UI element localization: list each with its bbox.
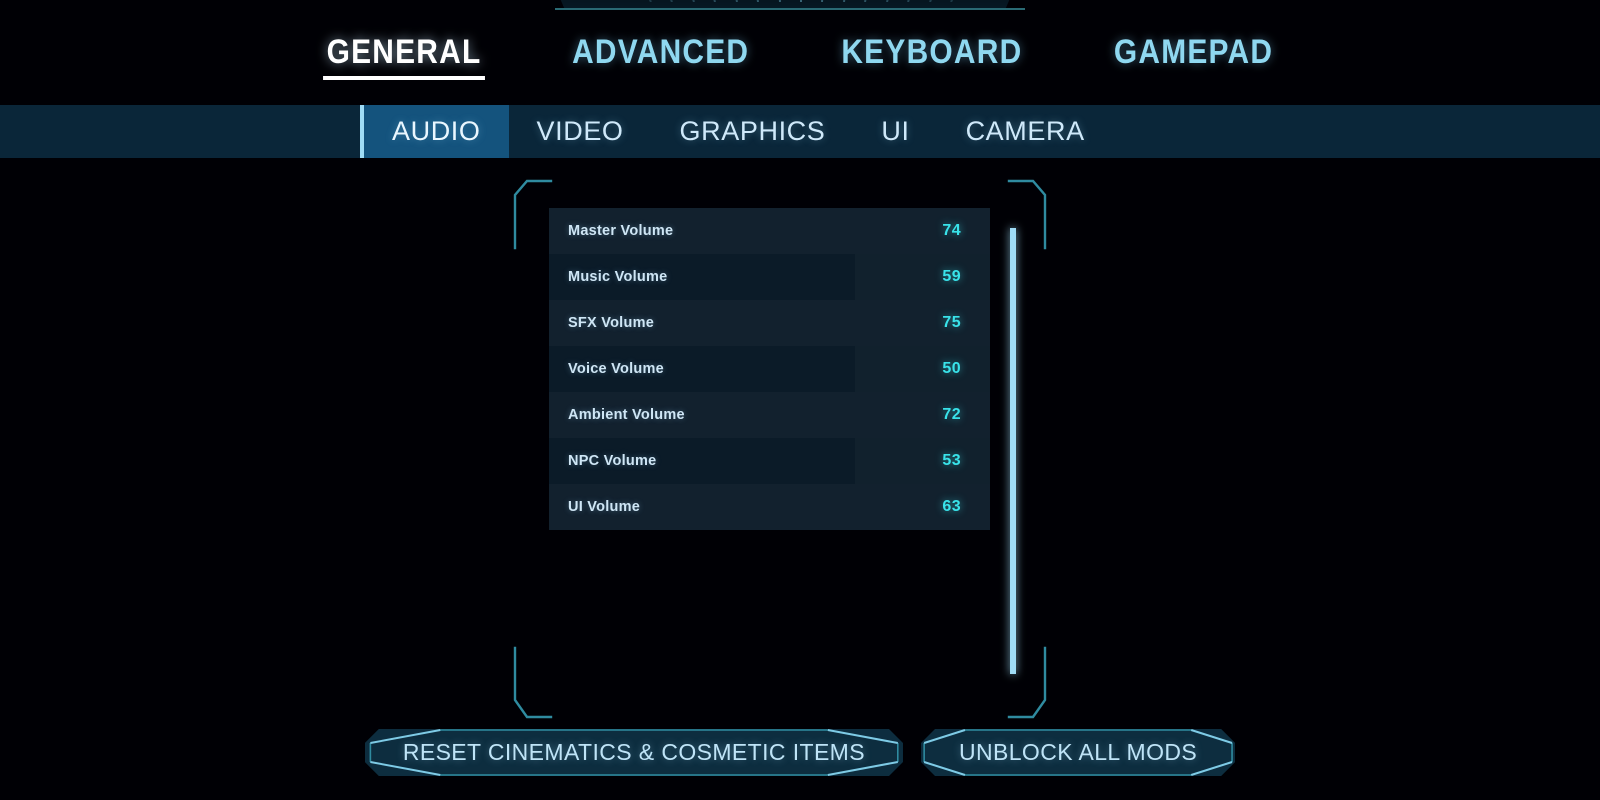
- footer-button-label: UNBLOCK ALL MODS: [958, 739, 1198, 765]
- footer-button-row: RESET CINEMATICS & COSMETIC ITEMS UNBLOCK…: [0, 729, 1600, 776]
- slider-fill: [855, 346, 990, 392]
- setting-value[interactable]: 72: [942, 406, 961, 424]
- sub-nav-spacer: [0, 105, 360, 158]
- setting-row[interactable]: Voice Volume 50: [549, 346, 990, 392]
- sub-nav-item-audio[interactable]: AUDIO: [360, 105, 509, 158]
- primary-nav-item-advanced[interactable]: ADVANCED: [567, 33, 755, 84]
- scrollbar-thumb[interactable]: [1010, 228, 1016, 674]
- sub-nav-item-video[interactable]: VIDEO: [509, 105, 652, 158]
- setting-row[interactable]: NPC Volume 53: [549, 438, 990, 484]
- setting-label: Voice Volume: [568, 361, 664, 377]
- panel-bracket-top-left: [494, 178, 554, 250]
- setting-label: Music Volume: [568, 269, 668, 285]
- setting-value[interactable]: 50: [942, 360, 961, 378]
- setting-row[interactable]: Master Volume 74: [549, 208, 990, 254]
- setting-label: NPC Volume: [568, 453, 657, 469]
- setting-value[interactable]: 75: [942, 314, 961, 332]
- panel-bracket-bottom-left: [494, 646, 554, 720]
- primary-nav-item-keyboard[interactable]: KEYBOARD: [836, 33, 1028, 84]
- scrollbar-track[interactable]: [1008, 228, 1016, 674]
- sub-nav-item-camera[interactable]: CAMERA: [938, 105, 1113, 158]
- primary-nav: GENERAL ADVANCED KEYBOARD GAMEPAD: [0, 33, 1600, 95]
- sub-nav: AUDIO VIDEO GRAPHICS UI CAMERA: [0, 105, 1600, 158]
- setting-value[interactable]: 74: [942, 222, 961, 240]
- primary-nav-item-general[interactable]: GENERAL: [321, 33, 486, 84]
- footer-button-label: RESET CINEMATICS & COSMETIC ITEMS: [402, 739, 865, 765]
- setting-label: SFX Volume: [568, 315, 655, 331]
- header-fan-glow: [640, 0, 960, 2]
- sub-nav-item-graphics[interactable]: GRAPHICS: [652, 105, 854, 158]
- setting-value[interactable]: 53: [942, 452, 961, 470]
- header-divider-line: [555, 8, 1025, 10]
- setting-value[interactable]: 59: [942, 268, 961, 286]
- settings-list: Master Volume 74 Music Volume 59 SFX Volume 7…: [549, 208, 990, 530]
- setting-label: Master Volume: [568, 223, 674, 239]
- settings-screen: GENERAL ADVANCED KEYBOARD GAMEPAD AUDIO VIDE…: [0, 0, 1600, 800]
- primary-nav-item-gamepad[interactable]: GAMEPAD: [1109, 33, 1279, 84]
- setting-label: UI Volume: [568, 499, 641, 515]
- setting-value[interactable]: 63: [942, 498, 961, 516]
- slider-fill: [855, 438, 990, 484]
- footer-button-2[interactable]: UNBLOCK ALL MODS: [921, 729, 1235, 776]
- setting-label: Ambient Volume: [568, 407, 685, 423]
- setting-row[interactable]: Music Volume 59: [549, 254, 990, 300]
- setting-row[interactable]: UI Volume 63: [549, 484, 990, 530]
- sub-nav-item-ui[interactable]: UI: [853, 105, 937, 158]
- footer-button-1[interactable]: RESET CINEMATICS & COSMETIC ITEMS: [365, 729, 903, 776]
- setting-row[interactable]: Ambient Volume 72: [549, 392, 990, 438]
- setting-row[interactable]: SFX Volume 75: [549, 300, 990, 346]
- slider-fill: [855, 254, 990, 300]
